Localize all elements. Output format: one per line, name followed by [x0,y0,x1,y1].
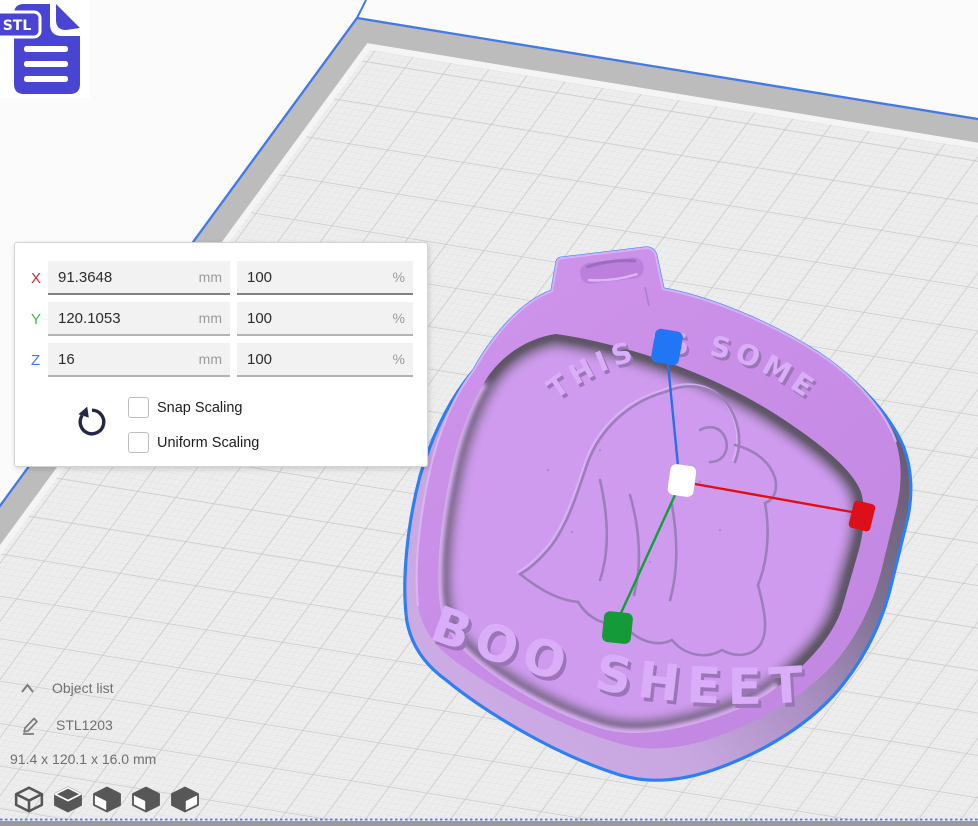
chevron-up-icon [20,682,35,694]
snap-scaling-label: Snap Scaling [157,400,242,416]
plate-front-edge [0,821,978,826]
object-list-header[interactable]: Object list [20,680,113,696]
cube-left-icon [131,785,161,814]
snap-scaling-checkbox[interactable] [128,397,149,418]
view-3d-button[interactable] [14,785,44,814]
stl-file-icon: STL [0,0,90,98]
scale-row-x: X mm % [31,261,413,295]
object-list-title: Object list [52,680,113,696]
pencil-icon [21,715,40,735]
slicer-app: THIS IS SOME THIS IS SOME [0,0,978,826]
y-percent-input[interactable] [237,302,413,334]
x-mm-input[interactable] [48,261,230,293]
z-scale-handle[interactable] [650,328,683,366]
x-axis-label: X [31,270,48,287]
x-mm-field-wrap: mm [48,261,230,295]
cube-3d-icon [14,785,44,814]
scale-row-y: Y mm % [31,302,413,336]
x-percent-field-wrap: % [237,261,413,295]
scale-tool-panel: X mm % Y mm % Z mm [14,242,428,467]
model-dimensions-text: 91.4 x 120.1 x 16.0 mm [10,751,156,767]
view-right-side-button[interactable] [170,785,200,814]
view-top-button[interactable] [92,785,122,814]
snap-scaling-option: Snap Scaling [128,397,242,418]
y-scale-handle[interactable] [601,611,633,645]
cube-top-icon [92,785,122,814]
center-scale-handle[interactable] [667,463,697,497]
y-percent-field-wrap: % [237,302,413,336]
z-axis-label: Z [31,352,48,369]
cube-front-icon [53,785,83,814]
stl-badge-label: STL [3,18,32,34]
cube-right-icon [170,785,200,814]
view-front-button[interactable] [53,785,83,814]
view-left-side-button[interactable] [131,785,161,814]
z-percent-field-wrap: % [237,343,413,377]
camera-view-toolbar [14,785,200,814]
uniform-scaling-option: Uniform Scaling [128,432,259,453]
reset-scale-button[interactable] [75,405,109,439]
z-percent-input[interactable] [237,343,413,375]
rotate-ccw-icon [75,405,109,439]
y-mm-input[interactable] [48,302,230,334]
z-mm-field-wrap: mm [48,343,230,377]
scale-row-z: Z mm % [31,343,413,377]
uniform-scaling-label: Uniform Scaling [157,435,259,451]
object-name: STL1203 [56,717,113,733]
stl-document-icon: STL [0,0,90,98]
uniform-scaling-checkbox[interactable] [128,432,149,453]
y-axis-label: Y [31,311,48,328]
model-dimensions: 91.4 x 120.1 x 16.0 mm [10,751,156,767]
object-list-item[interactable]: STL1203 [21,715,113,735]
x-percent-input[interactable] [237,261,413,293]
z-mm-input[interactable] [48,343,230,375]
y-mm-field-wrap: mm [48,302,230,336]
